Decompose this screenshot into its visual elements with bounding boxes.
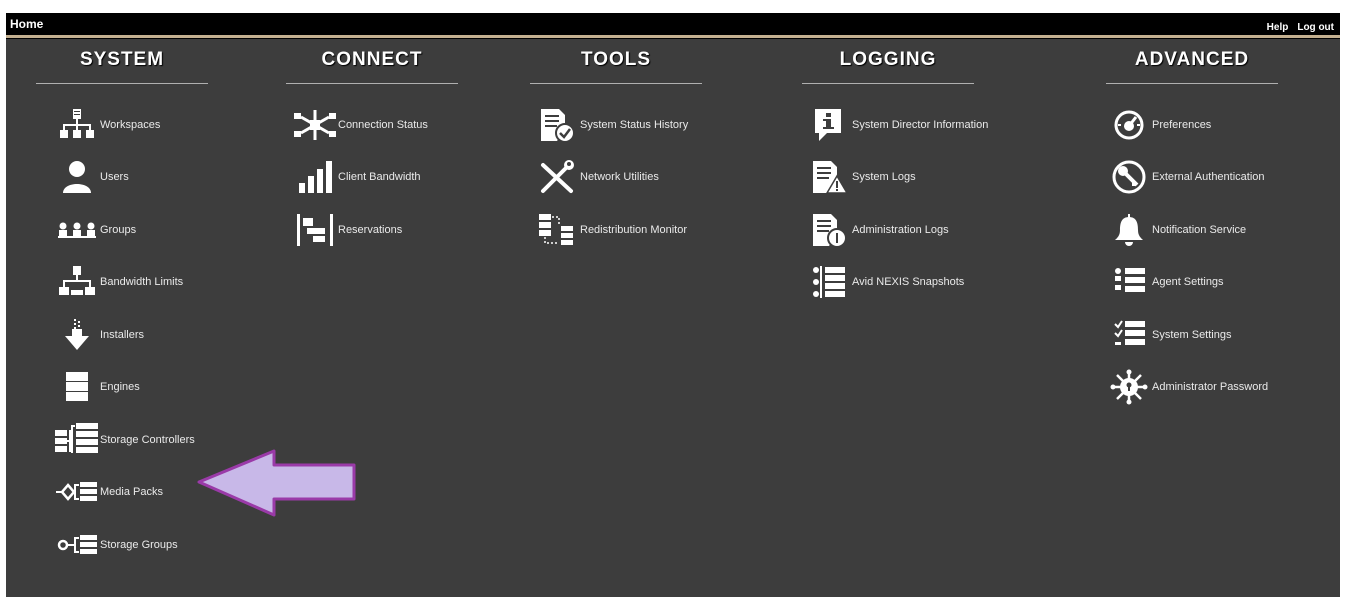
menu-item-media-packs[interactable]: Media Packs xyxy=(54,472,163,512)
groups-icon xyxy=(54,210,100,250)
menu-item-label: Groups xyxy=(100,224,137,236)
column-divider xyxy=(802,83,974,84)
menu-item-label: External Authentication xyxy=(1152,171,1265,183)
menu-item-bandwidth-limits[interactable]: Bandwidth Limits xyxy=(54,262,183,302)
menu-item-label: Bandwidth Limits xyxy=(100,276,184,288)
media-packs-icon xyxy=(54,472,100,512)
connection-status-icon xyxy=(292,105,338,145)
menu-item-label: Media Packs xyxy=(100,486,163,498)
agent-settings-icon xyxy=(1106,262,1152,302)
key-icon xyxy=(1106,157,1152,197)
menu-item-label: Agent Settings xyxy=(1152,276,1224,288)
top-bar-divider xyxy=(6,35,1340,38)
help-link[interactable]: Help xyxy=(1267,22,1289,33)
menu-item-system-director-information[interactable]: System Director Information xyxy=(806,105,988,145)
bandwidth-limits-icon xyxy=(54,262,100,302)
menu-item-label: Workspaces xyxy=(100,119,161,131)
menu-item-administration-logs[interactable]: Administration Logs xyxy=(806,210,949,250)
menu-item-storage-groups[interactable]: Storage Groups xyxy=(54,525,178,565)
system-logs-icon xyxy=(806,157,852,197)
menu-item-label: System Status History xyxy=(580,119,689,131)
menu-item-connection-status[interactable]: Connection Status xyxy=(292,105,428,145)
info-icon xyxy=(806,105,852,145)
menu-item-label: Storage Groups xyxy=(100,539,178,551)
menu-item-system-settings[interactable]: System Settings xyxy=(1106,315,1231,355)
menu-item-label: Preferences xyxy=(1152,119,1212,131)
menu-item-reservations[interactable]: Reservations xyxy=(292,210,402,250)
menu-item-notification-service[interactable]: Notification Service xyxy=(1106,210,1246,250)
system-settings-icon xyxy=(1106,315,1152,355)
engines-icon xyxy=(54,367,100,407)
storage-groups-icon xyxy=(54,525,100,565)
menu-item-agent-settings[interactable]: Agent Settings xyxy=(1106,262,1224,302)
workspaces-icon xyxy=(54,105,100,145)
user-icon xyxy=(54,157,100,197)
menu-item-network-utilities[interactable]: Network Utilities xyxy=(534,157,659,197)
menu-item-workspaces[interactable]: Workspaces xyxy=(54,105,160,145)
menu-item-label: System Logs xyxy=(852,171,916,183)
menu-item-label: Avid NEXIS Snapshots xyxy=(852,276,965,288)
menu-item-label: System Director Information xyxy=(852,119,989,131)
column-header-logging: LOGGING xyxy=(839,49,937,70)
column-divider xyxy=(530,83,702,84)
column-divider xyxy=(36,83,208,84)
menu-item-label: Administrator Password xyxy=(1152,381,1269,393)
signal-bars-icon xyxy=(292,157,338,197)
menu-item-label: Reservations xyxy=(338,224,403,236)
admin-password-icon xyxy=(1106,367,1152,407)
menu-item-label: System Settings xyxy=(1152,329,1232,341)
page-title: Home xyxy=(10,17,44,31)
menu-item-client-bandwidth[interactable]: Client Bandwidth xyxy=(292,157,421,197)
annotation-arrow xyxy=(196,448,360,520)
column-header-advanced: ADVANCED xyxy=(1134,49,1250,70)
menu-item-engines[interactable]: Engines xyxy=(54,367,140,407)
menu-item-storage-controllers[interactable]: Storage Controllers xyxy=(54,420,195,460)
logout-link[interactable]: Log out xyxy=(1297,22,1334,33)
menu-item-label: Notification Service xyxy=(1152,224,1247,236)
column-header-connect: CONNECT xyxy=(321,49,423,70)
menu-item-label: Engines xyxy=(100,381,140,393)
column-header-tools: TOOLS xyxy=(580,49,652,70)
installers-icon xyxy=(54,315,100,355)
tools-icon xyxy=(534,157,580,197)
menu-item-groups[interactable]: Groups xyxy=(54,210,136,250)
gauge-icon xyxy=(1106,105,1152,145)
reservations-icon xyxy=(292,210,338,250)
column-divider xyxy=(286,83,458,84)
menu-item-label: Users xyxy=(100,171,129,183)
menu-item-label: Administration Logs xyxy=(852,224,949,236)
menu-item-users[interactable]: Users xyxy=(54,157,129,197)
menu-item-label: Redistribution Monitor xyxy=(580,224,687,236)
snapshots-icon xyxy=(806,262,852,302)
admin-logs-icon xyxy=(806,210,852,250)
menu-item-administrator-password[interactable]: Administrator Password xyxy=(1106,367,1268,407)
menu-item-system-status-history[interactable]: System Status History xyxy=(534,105,688,145)
menu-item-external-authentication[interactable]: External Authentication xyxy=(1106,157,1265,197)
column-header-system: SYSTEM xyxy=(79,49,165,70)
menu-item-label: Network Utilities xyxy=(580,171,659,183)
menu-item-redistribution-monitor[interactable]: Redistribution Monitor xyxy=(534,210,687,250)
storage-controllers-icon xyxy=(54,420,100,460)
menu-item-label: Storage Controllers xyxy=(100,434,195,446)
menu-item-label: Connection Status xyxy=(338,119,428,131)
top-links: Help Log out xyxy=(1267,22,1334,33)
menu-item-label: Installers xyxy=(100,329,145,341)
column-divider xyxy=(1106,83,1278,84)
menu-item-preferences[interactable]: Preferences xyxy=(1106,105,1211,145)
menu-item-system-logs[interactable]: System Logs xyxy=(806,157,916,197)
status-history-icon xyxy=(534,105,580,145)
top-bar: Home Help Log out xyxy=(6,13,1340,39)
menu-item-installers[interactable]: Installers xyxy=(54,315,144,355)
menu-item-label: Client Bandwidth xyxy=(338,171,421,183)
menu-item-avid-nexis-snapshots[interactable]: Avid NEXIS Snapshots xyxy=(806,262,964,302)
bell-icon xyxy=(1106,210,1152,250)
redistribution-icon xyxy=(534,210,580,250)
